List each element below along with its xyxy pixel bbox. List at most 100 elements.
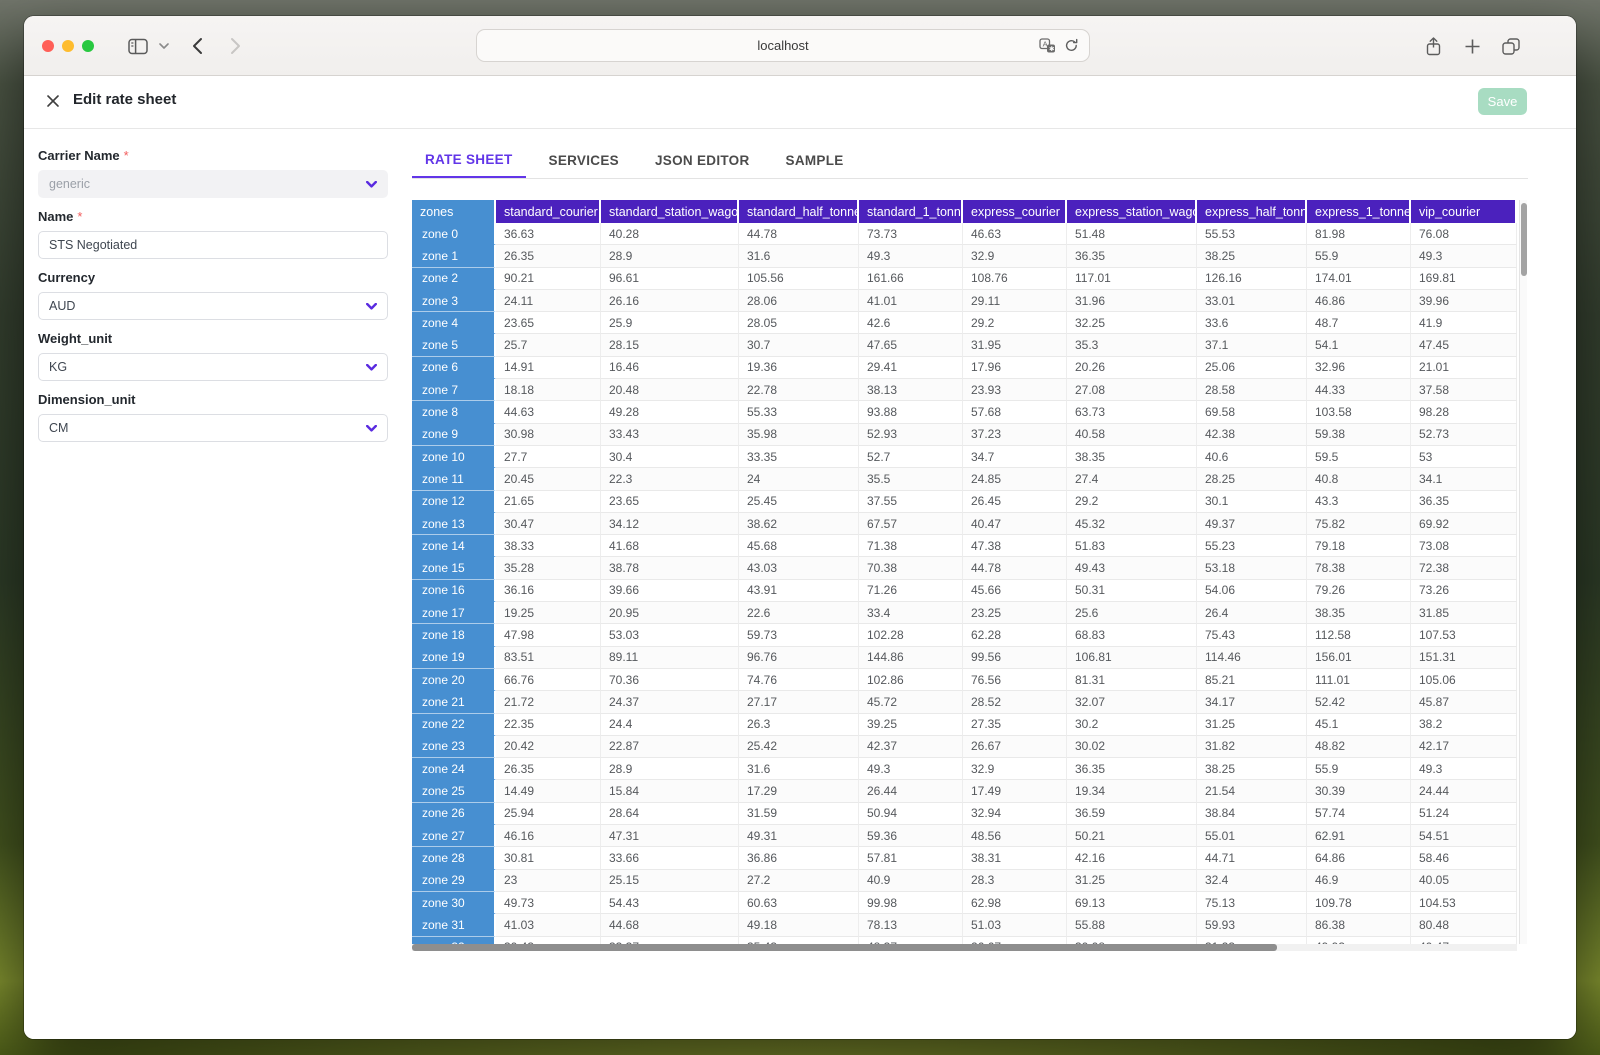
rate-cell[interactable]: 48.7: [1307, 312, 1411, 334]
rate-cell[interactable]: 49.37: [1197, 513, 1307, 535]
rate-cell[interactable]: 30.4: [601, 446, 739, 468]
rate-cell[interactable]: 98.28: [1411, 401, 1517, 423]
rate-cell[interactable]: 49.43: [1067, 557, 1197, 579]
rate-cell[interactable]: 48.82: [1307, 736, 1411, 758]
rate-cell[interactable]: 49.28: [601, 401, 739, 423]
rate-cell[interactable]: 105.56: [739, 268, 859, 290]
rate-cell[interactable]: 66.76: [496, 669, 601, 691]
rate-cell[interactable]: 37.23: [963, 424, 1067, 446]
rate-cell[interactable]: 38.13: [859, 379, 963, 401]
rate-cell[interactable]: 57.74: [1307, 803, 1411, 825]
rate-cell[interactable]: 26.45: [963, 491, 1067, 513]
zone-label-cell[interactable]: zone 16: [412, 580, 496, 602]
rate-cell[interactable]: 22.87: [601, 736, 739, 758]
rate-cell[interactable]: 38.35: [1307, 602, 1411, 624]
rate-cell[interactable]: 23.65: [601, 491, 739, 513]
tab-json-editor[interactable]: JSON EDITOR: [642, 142, 763, 178]
rate-cell[interactable]: 39.66: [601, 580, 739, 602]
rate-cell[interactable]: 25.94: [496, 803, 601, 825]
rate-cell[interactable]: 32.94: [963, 803, 1067, 825]
rate-cell[interactable]: 29.2: [963, 312, 1067, 334]
rate-cell[interactable]: 47.65: [859, 334, 963, 356]
tab-overview-icon[interactable]: [1501, 16, 1521, 76]
zone-label-cell[interactable]: zone 10: [412, 446, 496, 468]
rate-cell[interactable]: 41.03: [496, 914, 601, 936]
rate-cell[interactable]: 47.45: [1411, 334, 1517, 356]
share-icon[interactable]: [1424, 16, 1443, 76]
rate-cell[interactable]: 26.35: [496, 758, 601, 780]
translate-icon[interactable]: A ✱: [1039, 38, 1056, 53]
rate-cell[interactable]: 83.51: [496, 647, 601, 669]
carrier-name-select[interactable]: generic: [38, 170, 388, 198]
zoom-window-button[interactable]: [82, 40, 94, 52]
rate-cell[interactable]: 156.01: [1307, 647, 1411, 669]
rate-cell[interactable]: 62.98: [963, 892, 1067, 914]
rate-cell[interactable]: 24.85: [963, 468, 1067, 490]
rate-cell[interactable]: 46.63: [963, 223, 1067, 245]
rate-cell[interactable]: 47.31: [601, 825, 739, 847]
rate-cell[interactable]: 32.9: [963, 758, 1067, 780]
rate-cell[interactable]: 38.33: [496, 535, 601, 557]
forward-button[interactable]: [230, 16, 241, 76]
zone-label-cell[interactable]: zone 6: [412, 357, 496, 379]
rate-cell[interactable]: 31.82: [1197, 736, 1307, 758]
rate-cell[interactable]: 81.98: [1307, 223, 1411, 245]
rate-cell[interactable]: 36.59: [1067, 803, 1197, 825]
rate-cell[interactable]: 44.71: [1197, 847, 1307, 869]
rate-cell[interactable]: 22.6: [739, 602, 859, 624]
rate-cell[interactable]: 31.25: [1067, 870, 1197, 892]
rate-cell[interactable]: 47.98: [496, 624, 601, 646]
rate-cell[interactable]: 21.01: [1411, 357, 1517, 379]
rate-cell[interactable]: 55.23: [1197, 535, 1307, 557]
rate-cell[interactable]: 28.06: [739, 290, 859, 312]
column-header-express_station_wagon[interactable]: express_station_wagon: [1067, 200, 1197, 223]
back-button[interactable]: [192, 16, 203, 76]
rate-cell[interactable]: 52.73: [1411, 424, 1517, 446]
rate-cell[interactable]: 27.4: [1067, 468, 1197, 490]
zone-label-cell[interactable]: zone 25: [412, 780, 496, 802]
rate-cell[interactable]: 54.1: [1307, 334, 1411, 356]
rate-cell[interactable]: 55.88: [1067, 914, 1197, 936]
rate-cell[interactable]: 26.3: [739, 714, 859, 736]
rate-cell[interactable]: 78.38: [1307, 557, 1411, 579]
rate-cell[interactable]: 59.5: [1307, 446, 1411, 468]
rate-cell[interactable]: 19.34: [1067, 780, 1197, 802]
rate-cell[interactable]: 40.47: [963, 513, 1067, 535]
rate-cell[interactable]: 32.25: [1067, 312, 1197, 334]
rate-cell[interactable]: 36.16: [496, 580, 601, 602]
rate-cell[interactable]: 28.3: [963, 870, 1067, 892]
rate-cell[interactable]: 21.65: [496, 491, 601, 513]
rate-cell[interactable]: 49.3: [1411, 245, 1517, 267]
zone-label-cell[interactable]: zone 11: [412, 468, 496, 490]
rate-cell[interactable]: 34.12: [601, 513, 739, 535]
rate-cell[interactable]: 45.68: [739, 535, 859, 557]
rate-cell[interactable]: 49.3: [859, 245, 963, 267]
rate-cell[interactable]: 43.3: [1307, 491, 1411, 513]
rate-cell[interactable]: 49.18: [739, 914, 859, 936]
rate-cell[interactable]: 26.35: [496, 245, 601, 267]
rate-cell[interactable]: 38.62: [739, 513, 859, 535]
zone-label-cell[interactable]: zone 18: [412, 624, 496, 646]
rate-cell[interactable]: 24: [739, 468, 859, 490]
rate-cell[interactable]: 90.21: [496, 268, 601, 290]
rate-cell[interactable]: 21.54: [1197, 780, 1307, 802]
rate-cell[interactable]: 29.2: [1067, 491, 1197, 513]
rate-cell[interactable]: 55.9: [1307, 245, 1411, 267]
rate-cell[interactable]: 36.63: [496, 223, 601, 245]
rate-cell[interactable]: 27.2: [739, 870, 859, 892]
rate-cell[interactable]: 15.84: [601, 780, 739, 802]
rate-cell[interactable]: 49.73: [496, 892, 601, 914]
rate-cell[interactable]: 30.1: [1197, 491, 1307, 513]
rate-cell[interactable]: 109.78: [1307, 892, 1411, 914]
rate-cell[interactable]: 17.96: [963, 357, 1067, 379]
rate-cell[interactable]: 67.57: [859, 513, 963, 535]
rate-cell[interactable]: 51.48: [1067, 223, 1197, 245]
rate-cell[interactable]: 114.46: [1197, 647, 1307, 669]
rate-cell[interactable]: 25.15: [601, 870, 739, 892]
address-bar[interactable]: localhost A ✱: [476, 29, 1090, 62]
rate-cell[interactable]: 44.63: [496, 401, 601, 423]
rate-cell[interactable]: 33.43: [601, 424, 739, 446]
rate-cell[interactable]: 117.01: [1067, 268, 1197, 290]
rate-cell[interactable]: 27.08: [1067, 379, 1197, 401]
rate-cell[interactable]: 28.25: [1197, 468, 1307, 490]
